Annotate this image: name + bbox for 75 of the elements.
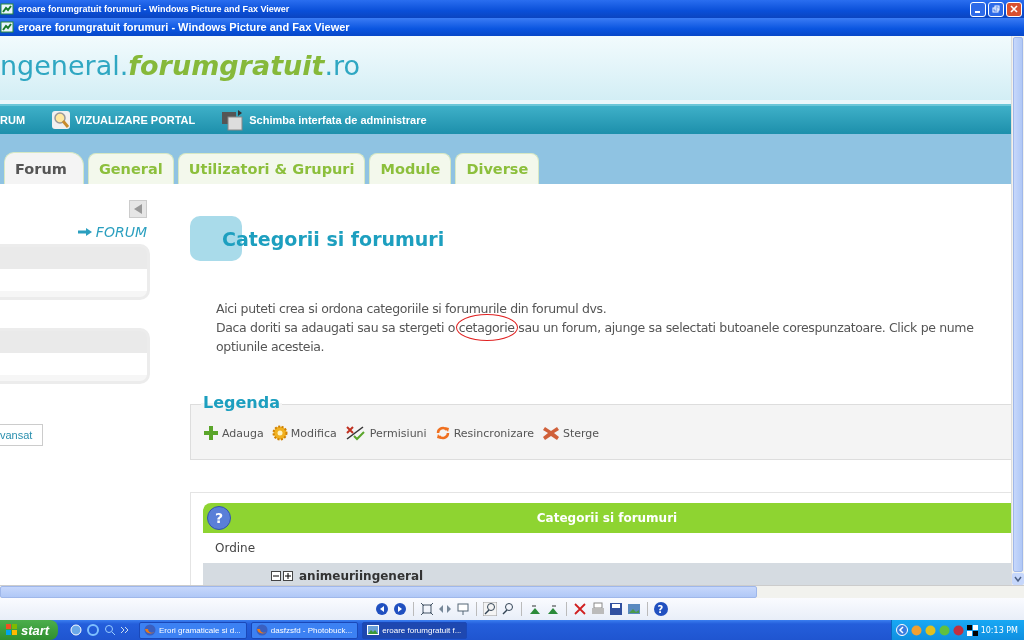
delete-icon[interactable] [572, 602, 587, 616]
nav-link[interactable]: Schimba interfata de administrare [249, 114, 427, 126]
clock: 10:13 PM [980, 625, 1018, 635]
restore-icon [992, 5, 1000, 13]
fox-globe-icon [144, 624, 156, 636]
minimize-button[interactable] [970, 1, 986, 17]
tab[interactable]: Utilizatori & Grupuri [177, 153, 366, 184]
plus-icon [203, 425, 219, 441]
help-icon[interactable]: ? [207, 506, 231, 530]
tab[interactable]: Module [369, 153, 452, 184]
restore-button[interactable] [988, 1, 1004, 17]
picture-icon [367, 624, 380, 636]
table-title: Categorii si forumuri [535, 511, 679, 525]
best-fit-icon[interactable] [419, 602, 434, 616]
taskbar-button[interactable]: Erori gramaticale si d... [139, 621, 247, 639]
slideshow-icon[interactable] [455, 602, 470, 616]
category-name[interactable]: animeuriingeneral [299, 569, 424, 583]
collapse-icon[interactable] [271, 571, 281, 581]
sidebar-button[interactable]: vansat [0, 424, 44, 446]
window-title: eroare forumgratuit forumuri - Windows Picture and Fax Viewer [18, 4, 291, 14]
close-icon [1010, 5, 1018, 13]
legend-label: Sterge [562, 426, 600, 440]
gear-icon [271, 425, 288, 441]
rotate-counterclockwise-icon[interactable] [545, 602, 560, 616]
previous-image-icon[interactable] [374, 602, 389, 616]
cross-check-icon [344, 425, 367, 441]
save-icon[interactable] [608, 602, 623, 616]
app-icon [0, 21, 14, 33]
start-button[interactable]: start [0, 620, 58, 640]
taskbar-button[interactable]: dasfzsfd - Photobuck... [250, 621, 359, 639]
sidebar-link[interactable]: FORUM [95, 224, 147, 240]
tab[interactable]: General [87, 153, 174, 184]
close-button[interactable] [1006, 1, 1022, 17]
site-logo[interactable]: ngeneral.forumgratuit.ro [0, 49, 361, 81]
flag-icon[interactable] [966, 624, 978, 636]
help-icon[interactable]: ? [653, 602, 668, 616]
legend-label: Adauga [222, 426, 264, 440]
browser-e-icon[interactable] [87, 624, 99, 636]
window-title: eroare forumgratuit forumuri - Windows Picture and Fax Viewer [18, 21, 351, 33]
fox-globe-icon [255, 624, 268, 636]
delete-icon [541, 425, 560, 441]
caret-left-icon [134, 204, 142, 214]
windows-logo-icon [6, 624, 18, 636]
collapse-button[interactable] [129, 200, 147, 218]
nav-link[interactable]: RUM [0, 114, 26, 126]
legend-label: Modifica [290, 426, 337, 440]
tab[interactable]: Forum [4, 152, 84, 184]
chevron-icon[interactable] [121, 626, 129, 634]
zoom-out-icon[interactable] [500, 602, 515, 616]
screens-icon [221, 108, 246, 132]
scrollbar-thumb[interactable] [1013, 37, 1023, 572]
scroll-down-icon[interactable] [1012, 573, 1024, 585]
legend-title: Legenda [201, 393, 282, 412]
tab[interactable]: Diverse [455, 153, 540, 184]
scrollbar-thumb[interactable] [0, 586, 757, 598]
description-text: Aici puteti crea si ordona categoriile si forumurile din forumul dvs. Daca doriti sa adaugati sau sa stergeti o cetagorie sau un forum, ajunge sa selectati butoanele corespunzatoare. Click pe nume optiunile acesteia. [216, 300, 975, 356]
chevron-left-icon[interactable] [895, 624, 908, 636]
zoom-in-icon[interactable] [482, 602, 497, 616]
legend-label: Permisiuni [369, 426, 427, 440]
nav-link[interactable]: VIZUALIZARE PORTAL [75, 114, 196, 126]
expand-icon[interactable] [283, 571, 293, 581]
rotate-clockwise-icon[interactable] [527, 602, 542, 616]
column-header: Ordine [214, 540, 257, 557]
page-title: Categorii si forumuri [222, 227, 445, 250]
taskbar-button[interactable]: eroare forumgratuit f... [362, 621, 468, 639]
app-icon [0, 3, 14, 15]
image-edit-icon[interactable] [626, 602, 641, 616]
magnifier-icon [51, 110, 72, 130]
legend-label: Resincronizare [453, 426, 534, 440]
actual-size-icon[interactable] [437, 602, 452, 616]
globe-icon[interactable] [70, 624, 82, 636]
arrow-right-icon [77, 228, 92, 236]
next-image-icon[interactable] [392, 602, 407, 616]
refresh-icon [434, 425, 451, 441]
search-icon[interactable] [104, 624, 116, 636]
